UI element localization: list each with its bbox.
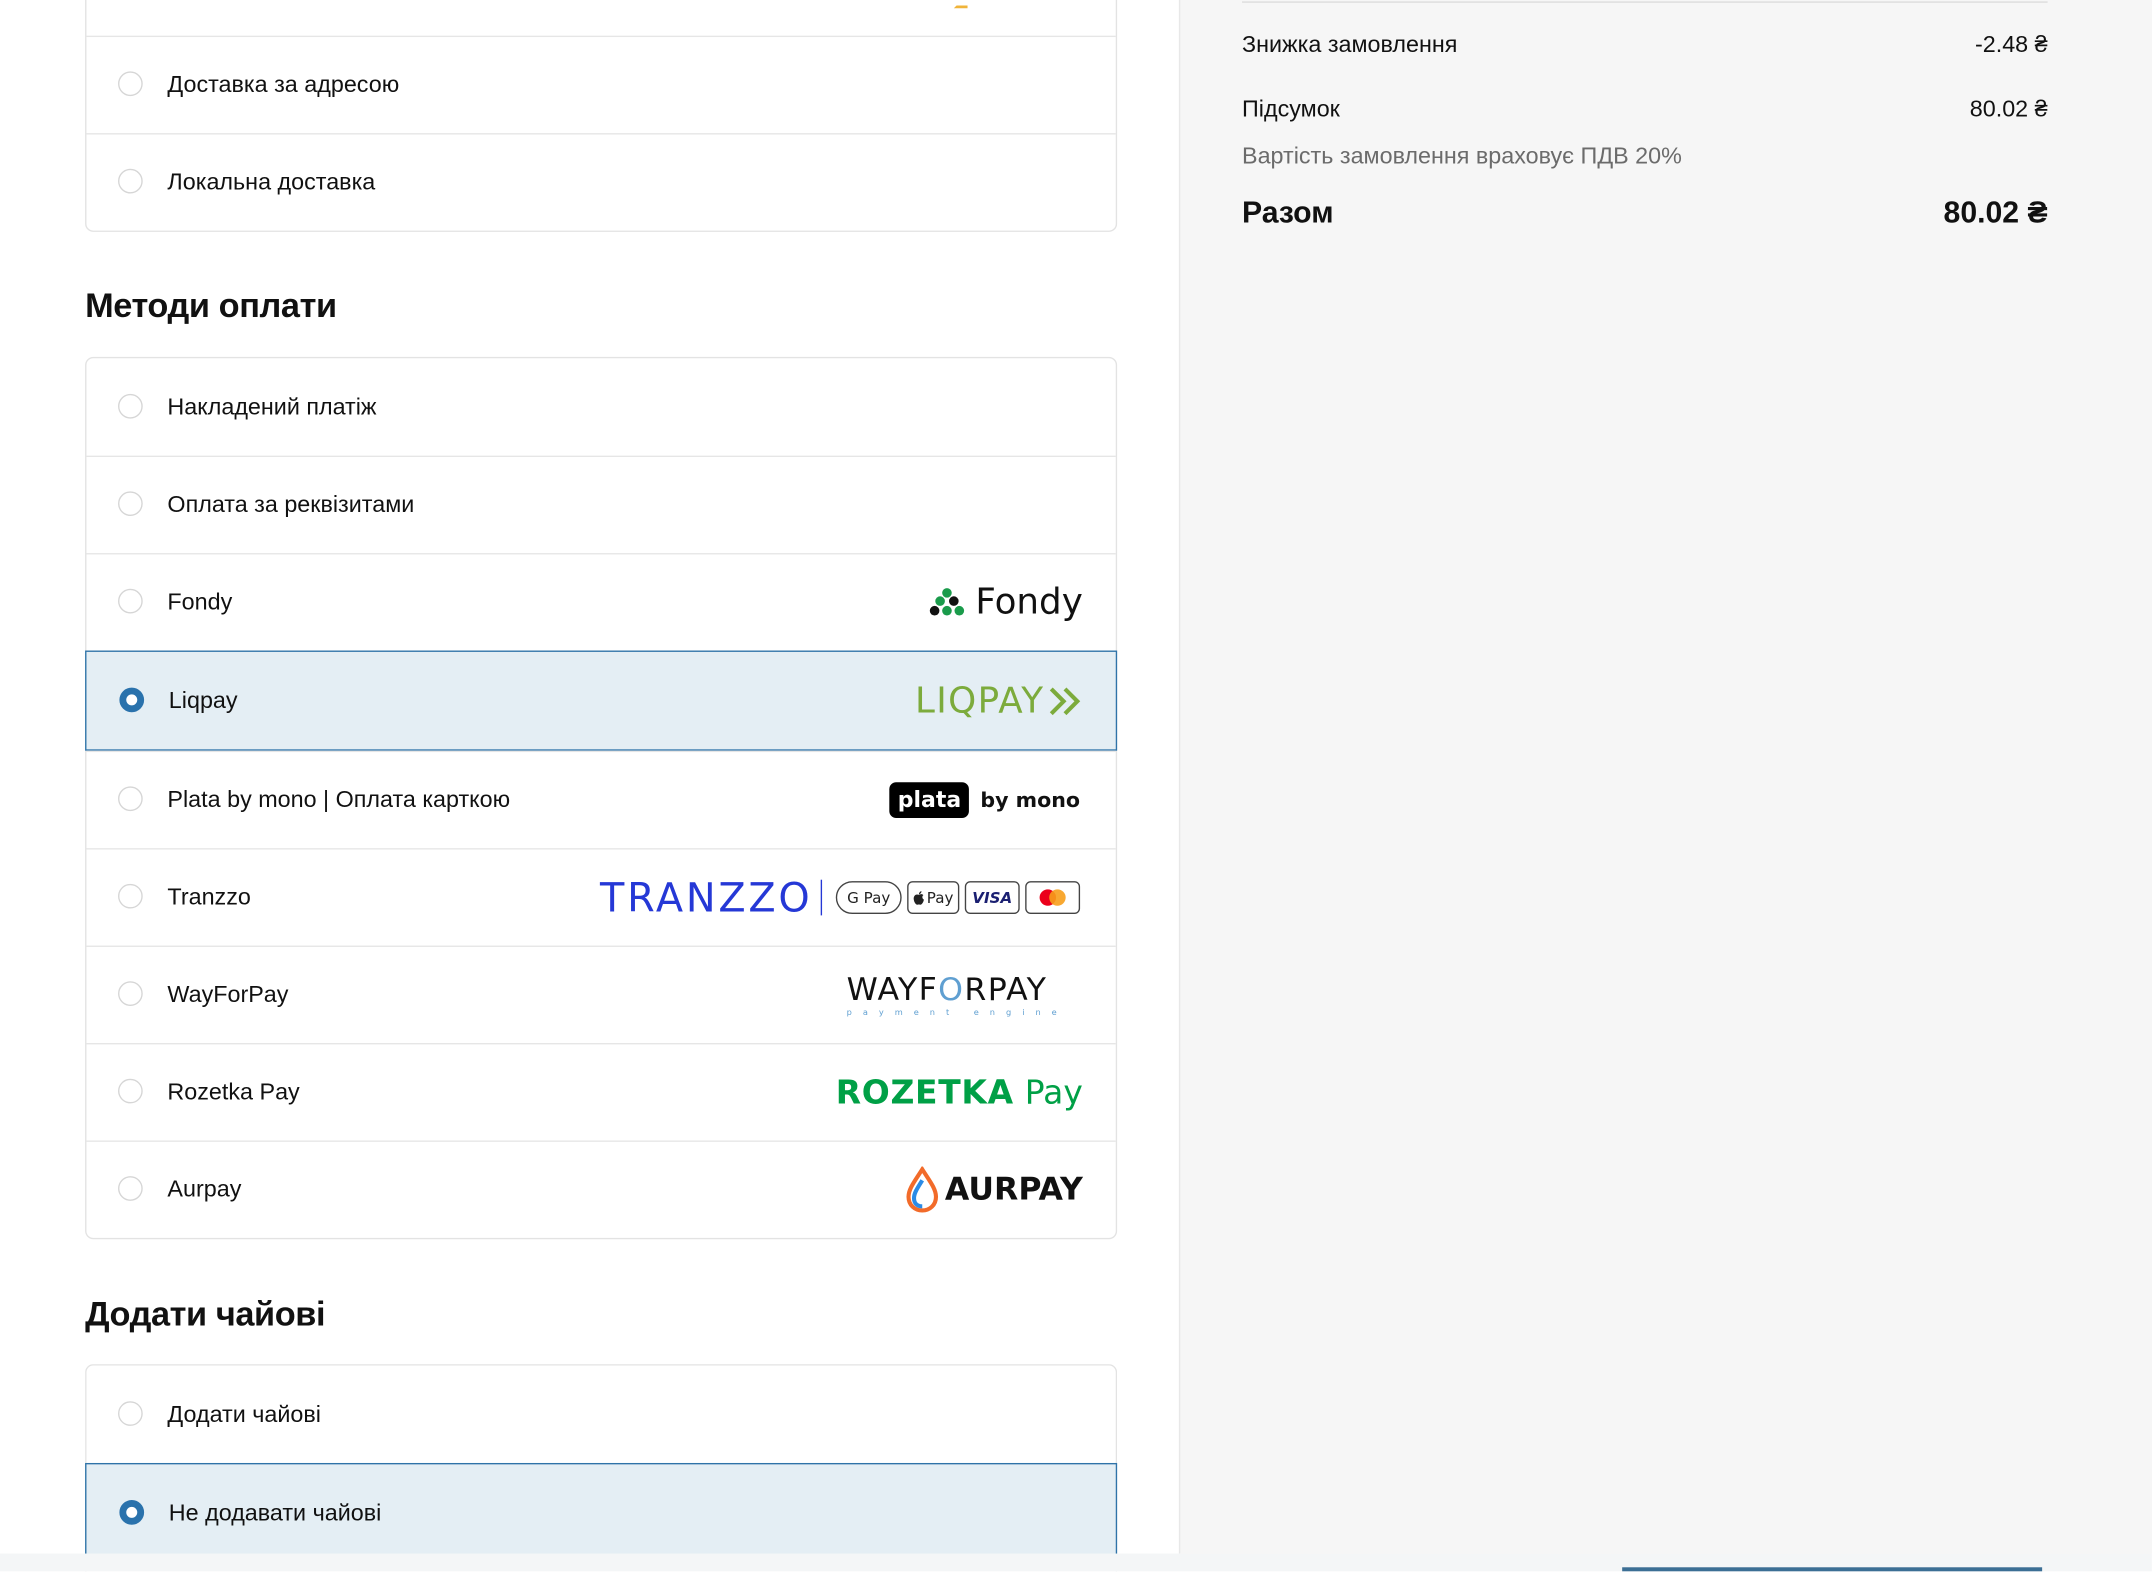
tips-options: Додати чайові Не додавати чайові: [85, 1364, 1118, 1572]
payment-option-label: Rozetka Pay: [167, 1078, 300, 1105]
delivery-option-address[interactable]: Доставка за адресою: [86, 35, 1116, 133]
tip-option-add[interactable]: Додати чайові: [86, 1366, 1115, 1463]
tranzzo-logo: TRANZZO G Pay Pay VISA: [600, 874, 1081, 921]
delivery-option-previous[interactable]: [86, 0, 1115, 36]
visa-label: VISA: [972, 888, 1013, 907]
liqpay-logo: LIQPAY: [915, 680, 1081, 721]
aurpay-logo: AURPAY: [904, 1166, 1083, 1214]
radio-button[interactable]: [118, 71, 143, 97]
payment-option-label: Fondy: [167, 588, 233, 615]
radio-button[interactable]: [118, 883, 143, 909]
payment-option-plata-by-mono[interactable]: Plata by mono | Оплата карткою plata by …: [86, 750, 1116, 848]
radio-button-checked[interactable]: [119, 1499, 145, 1525]
radio-button[interactable]: [118, 491, 143, 517]
mastercard-icon: [1025, 881, 1081, 915]
wayforpay-logo-text: WAYFORPAY: [847, 972, 1068, 1008]
payment-option-label: WayForPay: [167, 981, 289, 1008]
radio-button[interactable]: [118, 168, 143, 194]
discount-row: Знижка замовлення -2.48 ₴: [1242, 32, 2048, 59]
rozetka-pay-logo: ROZETKA Pay: [836, 1073, 1083, 1111]
total-label: Разом: [1242, 194, 1334, 230]
rozetka-logo-text: ROZETKA: [835, 1073, 1014, 1112]
apple-pay-label: Pay: [926, 888, 954, 907]
payment-option-tranzzo[interactable]: Tranzzo TRANZZO G Pay Pay VISA: [86, 848, 1116, 945]
wayforpay-logo-o: O: [938, 972, 965, 1009]
google-pay-label: G Pay: [847, 888, 891, 907]
delivery-options: Доставка за адресою Локальна доставка: [85, 0, 1118, 232]
double-chevron-right-icon: [1049, 686, 1081, 715]
button-edge[interactable]: [1622, 1567, 2043, 1572]
plata-by-mono-logo: plata by mono: [889, 782, 1081, 818]
apple-icon: [914, 890, 925, 905]
payment-option-liqpay[interactable]: Liqpay LIQPAY: [85, 650, 1118, 751]
radio-button[interactable]: [118, 1400, 143, 1426]
google-pay-icon: G Pay: [835, 881, 902, 915]
divider: [1242, 1, 2048, 3]
wayforpay-logo-part: RPAY: [964, 972, 1048, 1009]
wayforpay-logo-part: WAYF: [846, 972, 939, 1009]
radio-button[interactable]: [118, 1176, 143, 1201]
tip-option-label: Не додавати чайові: [168, 1499, 382, 1526]
tip-option-label: Додати чайові: [167, 1400, 321, 1427]
payment-methods-title: Методи оплати: [85, 286, 337, 326]
by-mono-text: by mono: [980, 787, 1081, 813]
order-summary-panel: Знижка замовлення -2.48 ₴ Підсумок 80.02…: [1178, 0, 2152, 1554]
aurpay-logo-text: AURPAY: [944, 1172, 1083, 1208]
payment-option-label: Plata by mono | Оплата карткою: [167, 786, 511, 813]
payment-option-label: Aurpay: [167, 1176, 242, 1203]
payment-option-fondy[interactable]: Fondy Fondy: [86, 553, 1116, 650]
fondy-logo-text: Fondy: [975, 581, 1083, 624]
aurpay-drop-icon: [905, 1166, 938, 1213]
wayforpay-logo: WAYFORPAY payment engine: [847, 972, 1068, 1017]
delivery-option-label: Локальна доставка: [167, 168, 376, 195]
rozetka-pay-text: Pay: [1024, 1073, 1083, 1112]
chevron-icon: [953, 0, 968, 9]
payment-option-aurpay[interactable]: Aurpay AURPAY: [86, 1140, 1116, 1237]
checkout-page: Доставка за адресою Локальна доставка Ме…: [0, 0, 2152, 1572]
radio-button[interactable]: [118, 1078, 143, 1104]
subtotal-row: Підсумок 80.02 ₴: [1242, 96, 2048, 123]
page-footer-edge: [0, 1553, 2152, 1572]
delivery-option-local[interactable]: Локальна доставка: [86, 133, 1116, 230]
vat-note: Вартість замовлення враховує ПДВ 20%: [1242, 142, 1682, 169]
delivery-option-label: Доставка за адресою: [167, 71, 400, 98]
total-row: Разом 80.02 ₴: [1242, 195, 2048, 231]
visa-icon: VISA: [964, 881, 1020, 915]
apple-pay-icon: Pay: [907, 881, 960, 915]
payment-option-label: Liqpay: [168, 686, 238, 713]
subtotal-value: 80.02 ₴: [1969, 96, 2048, 123]
tip-option-none[interactable]: Не додавати чайові: [85, 1462, 1118, 1564]
radio-button-checked[interactable]: [119, 686, 145, 712]
logo-divider: [820, 879, 823, 916]
payment-option-label: Оплата за реквізитами: [167, 491, 415, 518]
discount-value: -2.48 ₴: [1974, 31, 2048, 58]
payment-option-wayforpay[interactable]: WayForPay WAYFORPAY payment engine: [86, 945, 1116, 1043]
mastercard-circles-icon: [1039, 889, 1066, 906]
radio-button[interactable]: [118, 588, 143, 614]
plata-badge: plata: [889, 782, 970, 818]
fondy-dots-icon: [929, 588, 964, 616]
payment-methods-list: Накладений платіж Оплата за реквізитами …: [85, 356, 1118, 1240]
radio-button[interactable]: [118, 981, 143, 1006]
radio-button[interactable]: [118, 786, 143, 812]
wayforpay-tagline: payment engine: [846, 1008, 1068, 1018]
subtotal-label: Підсумок: [1242, 96, 1340, 123]
payment-option-cod[interactable]: Накладений платіж: [86, 358, 1115, 455]
payment-option-bank-details[interactable]: Оплата за реквізитами: [86, 455, 1116, 553]
total-value: 80.02 ₴: [1943, 194, 2048, 230]
payment-option-label: Tranzzo: [167, 883, 251, 910]
payment-option-label: Накладений платіж: [167, 393, 377, 420]
fondy-logo: Fondy: [929, 582, 1083, 623]
payment-option-rozetka-pay[interactable]: Rozetka Pay ROZETKA Pay: [86, 1043, 1116, 1140]
tranzzo-logo-text: TRANZZO: [600, 874, 813, 921]
discount-label: Знижка замовлення: [1242, 31, 1458, 58]
tips-title: Додати чайові: [85, 1295, 326, 1334]
liqpay-logo-text: LIQPAY: [914, 680, 1045, 722]
radio-button[interactable]: [118, 393, 143, 418]
